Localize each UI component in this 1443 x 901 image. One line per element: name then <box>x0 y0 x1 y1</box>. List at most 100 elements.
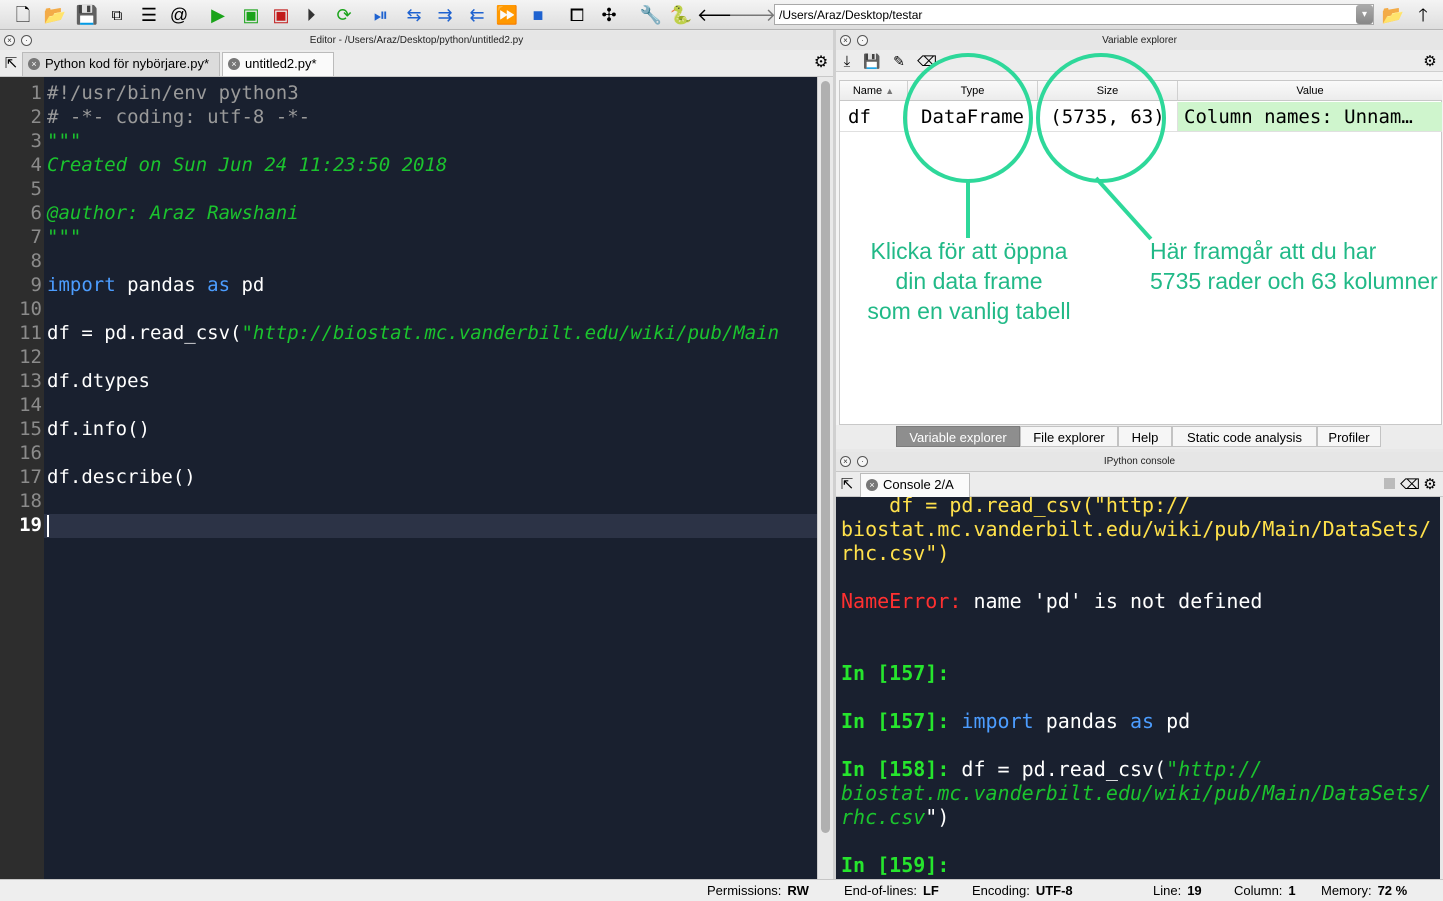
console-line: biostat.mc.vanderbilt.edu/wiki/pub/Main/… <box>841 781 1432 805</box>
import-data-icon[interactable]: ⤓ <box>836 50 858 72</box>
line-number: 3 <box>30 130 42 152</box>
tab-python-kod[interactable]: × Python kod för nybörjare.py* <box>22 52 220 76</box>
line-number: 18 <box>19 490 42 512</box>
browse-folder-icon[interactable]: 📂 <box>1382 4 1404 26</box>
python-icon[interactable]: 🐍 <box>670 4 692 26</box>
run-cell-icon[interactable]: ▣ <box>240 4 262 26</box>
code-line-9: import pandas as pd <box>47 274 265 296</box>
line-number: 5 <box>30 178 42 200</box>
save-data-icon[interactable]: 💾 <box>861 50 883 72</box>
type-annotation: Klicka för att öppna din data frame som … <box>867 238 1071 324</box>
console-tab-bar: ⇱ × Console 2/A ⌫ ⚙ <box>836 472 1443 497</box>
console-output[interactable]: df = pd.read_csv("http:// biostat.mc.van… <box>836 497 1440 879</box>
line-number: 10 <box>19 298 42 320</box>
undock-pane-icon[interactable]: · <box>857 35 868 46</box>
wrench-icon[interactable]: 🔧 <box>640 4 662 26</box>
close-tab-icon[interactable]: × <box>228 58 240 70</box>
run-icon[interactable]: ▶ <box>207 4 229 26</box>
save-all-icon[interactable]: ⧉ <box>106 4 128 26</box>
line-number: 6 <box>30 202 42 224</box>
prompt-157: In [157]: <box>841 661 950 685</box>
tab-static-code-analysis[interactable]: Static code analysis <box>1172 426 1317 447</box>
line-number: 12 <box>19 346 42 368</box>
undock-pane-icon[interactable]: · <box>21 35 32 46</box>
step-icon[interactable]: ⇆ <box>403 4 425 26</box>
tab-label: Console 2/A <box>883 477 954 492</box>
editor-options-gear-icon[interactable]: ⚙ <box>810 52 832 74</box>
close-pane-icon[interactable]: × <box>4 35 15 46</box>
console-line: df = pd.read_csv("http:// <box>841 497 1191 517</box>
close-pane-icon[interactable]: × <box>840 35 851 46</box>
var-value-cell[interactable]: Column names: Unnam… <box>1178 102 1442 132</box>
code-line-3: """ <box>47 130 82 152</box>
working-directory-dropdown[interactable]: ▾ <box>1356 5 1373 24</box>
forward-arrow-icon[interactable]: 🡒 <box>728 4 776 26</box>
close-pane-icon[interactable]: × <box>840 456 851 467</box>
tab-file-explorer[interactable]: File explorer <box>1020 426 1118 447</box>
variable-explorer-gear-icon[interactable]: ⚙ <box>1419 50 1441 72</box>
working-directory-field[interactable]: /Users/Araz/Desktop/testar <box>774 4 1374 25</box>
open-file-icon[interactable]: 📂 <box>44 4 66 26</box>
sort-ascending-icon: ▲ <box>885 86 895 96</box>
variable-explorer-tab-bar: Variable explorer File explorer Help Sta… <box>836 425 1443 449</box>
input-157: In [157]: import pandas as pd <box>841 709 1191 733</box>
tab-variable-explorer[interactable]: Variable explorer <box>896 426 1020 447</box>
step-return-icon[interactable]: ⇇ <box>466 4 488 26</box>
status-bar: Permissions: RW End-of-lines: LF Encoding:… <box>0 879 1443 901</box>
run-selection-icon[interactable]: ⏵ <box>300 4 322 26</box>
console-gear-icon[interactable]: ⚙ <box>1419 473 1441 495</box>
parent-directory-icon[interactable]: 🡑 <box>1412 4 1434 26</box>
tab-profiler[interactable]: Profiler <box>1317 426 1381 447</box>
code-editor[interactable]: #!/usr/bin/env python3 # -*- coding: utf… <box>44 77 817 879</box>
editor-title: Editor - /Users/Araz/Desktop/python/unti… <box>309 35 524 46</box>
tab-label: untitled2.py* <box>245 56 317 71</box>
maximize-pane-icon[interactable]: ⧠ <box>566 4 588 26</box>
console-line: biostat.mc.vanderbilt.edu/wiki/pub/Main/… <box>841 517 1432 541</box>
editor-pane-header: × · Editor - /Users/Araz/Desktop/python/… <box>0 31 833 51</box>
tab-label: Python kod för nybörjare.py* <box>45 56 210 71</box>
at-icon[interactable]: @ <box>168 4 190 26</box>
save-as-icon[interactable]: ✎ <box>888 50 910 72</box>
tab-untitled2[interactable]: × untitled2.py* <box>222 52 334 76</box>
prompt-159: In [159]: <box>841 853 950 877</box>
console-title: IPython console <box>1103 456 1176 467</box>
column-header-name[interactable]: Name ▲ <box>840 81 908 101</box>
status-permissions: Permissions: RW <box>707 883 809 898</box>
tab-help[interactable]: Help <box>1118 426 1172 447</box>
type-annotation-pointer <box>966 182 970 238</box>
close-tab-icon[interactable]: × <box>28 58 40 70</box>
variable-explorer-area: Name ▲ Type Size Value df DataFrame (573… <box>836 53 1443 425</box>
browse-tabs-icon[interactable]: ⇱ <box>836 473 858 495</box>
run-cell-advance-icon[interactable]: ▣ <box>270 4 292 26</box>
line-number: 11 <box>19 322 42 344</box>
close-tab-icon[interactable]: × <box>866 479 878 491</box>
variable-explorer-title: Variable explorer <box>1102 35 1177 46</box>
editor-scrollbar-thumb[interactable] <box>821 81 830 833</box>
clear-console-icon[interactable]: ⌫ <box>1399 473 1421 495</box>
fullscreen-icon[interactable]: ✣ <box>598 4 620 26</box>
stop-kernel-icon[interactable] <box>1384 478 1395 489</box>
browse-tabs-icon[interactable]: ⇱ <box>0 52 22 74</box>
stop-icon[interactable]: ■ <box>527 4 549 26</box>
step-into-icon[interactable]: ⇉ <box>434 4 456 26</box>
new-file-icon[interactable]: 🗋 <box>12 4 34 26</box>
rerun-icon[interactable]: ⟳ <box>333 4 355 26</box>
error-line: NameError: name 'pd' is not defined <box>841 589 1263 613</box>
code-line-11: df = pd.read_csv("http://biostat.mc.vand… <box>47 322 780 344</box>
code-line-15: df.info() <box>47 418 150 440</box>
line-number: 19 <box>19 514 42 536</box>
line-number: 13 <box>19 370 42 392</box>
debug-icon[interactable]: ⏯ <box>370 4 392 26</box>
var-name-cell[interactable]: df <box>840 102 908 132</box>
continue-icon[interactable]: ⏩ <box>496 4 518 26</box>
undock-pane-icon[interactable]: · <box>857 456 868 467</box>
editor-scrollbar[interactable] <box>817 77 833 879</box>
column-header-value[interactable]: Value <box>1178 81 1442 101</box>
list-icon[interactable]: ☰ <box>138 4 160 26</box>
tab-console-2a[interactable]: × Console 2/A <box>860 473 970 497</box>
save-icon[interactable]: 💾 <box>76 4 98 26</box>
line-number: 15 <box>19 418 42 440</box>
status-column: Column: 1 <box>1234 883 1296 898</box>
variable-explorer-header: × · Variable explorer <box>836 31 1443 51</box>
status-encoding: Encoding: UTF-8 <box>972 883 1073 898</box>
